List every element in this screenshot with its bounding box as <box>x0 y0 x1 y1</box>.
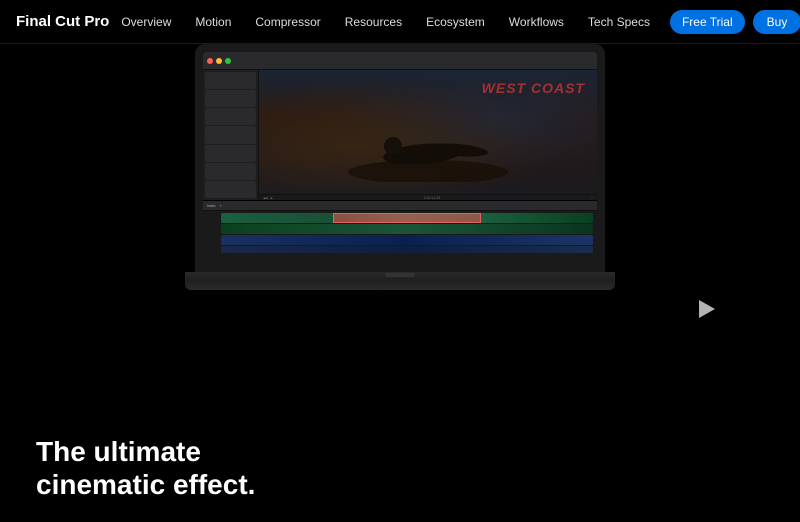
fcp-sidebar-item-2[interactable] <box>205 90 256 107</box>
nav-link-compressor[interactable]: Compressor <box>243 15 332 29</box>
fcp-main-area: WEST COAST ◀◀ ▶ 1:00:14:25 ⛶ <box>203 70 597 200</box>
fcp-sidebar-item-6[interactable] <box>205 163 256 180</box>
fcp-tracks-container <box>203 211 597 272</box>
buy-button[interactable]: Buy <box>753 10 800 34</box>
fcp-viewer-title: WEST COAST <box>482 80 585 96</box>
nav-link-resources[interactable]: Resources <box>333 15 414 29</box>
nav-links: Overview Motion Compressor Resources Eco… <box>109 13 662 31</box>
nav-link-motion[interactable]: Motion <box>183 15 243 29</box>
fcp-track-content-audio1[interactable] <box>221 235 593 245</box>
fcp-track-content-secondary[interactable] <box>221 224 593 234</box>
nav-link-ecosystem[interactable]: Ecosystem <box>414 15 497 29</box>
nav-item-workflows[interactable]: Workflows <box>497 13 576 31</box>
nav-link-tech-specs[interactable]: Tech Specs <box>576 15 662 29</box>
fcp-person-silhouette <box>343 112 513 182</box>
fcp-timeline-header: Index + <box>203 201 597 211</box>
nav-item-motion[interactable]: Motion <box>183 13 243 31</box>
fcp-viewer: WEST COAST <box>259 70 597 194</box>
nav-link-workflows[interactable]: Workflows <box>497 15 576 29</box>
window-minimize-dot[interactable] <box>216 58 222 64</box>
laptop-bezel: WEST COAST ◀◀ ▶ 1:00:14:25 ⛶ <box>195 44 605 272</box>
fcp-track-b-roll <box>207 224 593 234</box>
hero-headline-line1: The ultimate <box>36 436 201 467</box>
free-trial-button[interactable]: Free Trial <box>670 10 745 34</box>
fcp-sidebar-item-5[interactable] <box>205 145 256 162</box>
fcp-track-selection <box>333 213 482 223</box>
fcp-toolbar <box>203 52 597 70</box>
fcp-timeline: Index + <box>203 200 597 272</box>
fcp-track-audio-2 <box>207 246 593 253</box>
laptop-hinge <box>185 272 615 280</box>
laptop-device: WEST COAST ◀◀ ▶ 1:00:14:25 ⛶ <box>185 44 615 290</box>
nav-item-overview[interactable]: Overview <box>109 13 183 31</box>
fcp-sidebar-item-4[interactable] <box>205 126 256 143</box>
fcp-track-content-primary[interactable] <box>221 213 593 223</box>
video-play-button[interactable] <box>690 294 720 324</box>
fcp-sidebar-item-3[interactable] <box>205 108 256 125</box>
laptop-base <box>185 280 615 290</box>
fcp-timecode: 1:00:14:25 <box>276 196 588 200</box>
nav-item-resources[interactable]: Resources <box>333 13 414 31</box>
fcp-browser-sidebar <box>203 70 259 200</box>
nav-actions: Free Trial Buy <box>670 10 800 34</box>
fcp-sidebar-item-1[interactable] <box>205 72 256 89</box>
hero-headline-line2: cinematic effect. <box>36 469 255 500</box>
play-icon <box>699 300 715 318</box>
fcp-preview-area: WEST COAST ◀◀ ▶ 1:00:14:25 ⛶ <box>259 70 597 200</box>
hero-headline: The ultimate cinematic effect. <box>36 435 255 502</box>
nav-link-overview[interactable]: Overview <box>109 15 183 29</box>
nav-item-tech-specs[interactable]: Tech Specs <box>576 13 662 31</box>
fcp-application: WEST COAST ◀◀ ▶ 1:00:14:25 ⛶ <box>203 52 597 272</box>
window-maximize-dot[interactable] <box>225 58 231 64</box>
fcp-sidebar-item-7[interactable] <box>205 181 256 198</box>
fcp-timeline-label-1: Index <box>207 204 216 208</box>
hero-text-block: The ultimate cinematic effect. <box>36 435 255 502</box>
fcp-timeline-label-2: + <box>220 204 222 208</box>
navbar: Final Cut Pro Overview Motion Compressor… <box>0 0 800 44</box>
nav-item-ecosystem[interactable]: Ecosystem <box>414 13 497 31</box>
fcp-track-primary <box>207 213 593 223</box>
hero-section: WEST COAST ◀◀ ▶ 1:00:14:25 ⛶ <box>0 44 800 522</box>
fcp-track-content-audio2[interactable] <box>221 246 593 253</box>
laptop-screen: WEST COAST ◀◀ ▶ 1:00:14:25 ⛶ <box>203 52 597 272</box>
nav-item-compressor[interactable]: Compressor <box>243 13 332 31</box>
window-close-dot[interactable] <box>207 58 213 64</box>
fcp-track-audio-1 <box>207 235 593 245</box>
app-logo[interactable]: Final Cut Pro <box>16 13 109 30</box>
